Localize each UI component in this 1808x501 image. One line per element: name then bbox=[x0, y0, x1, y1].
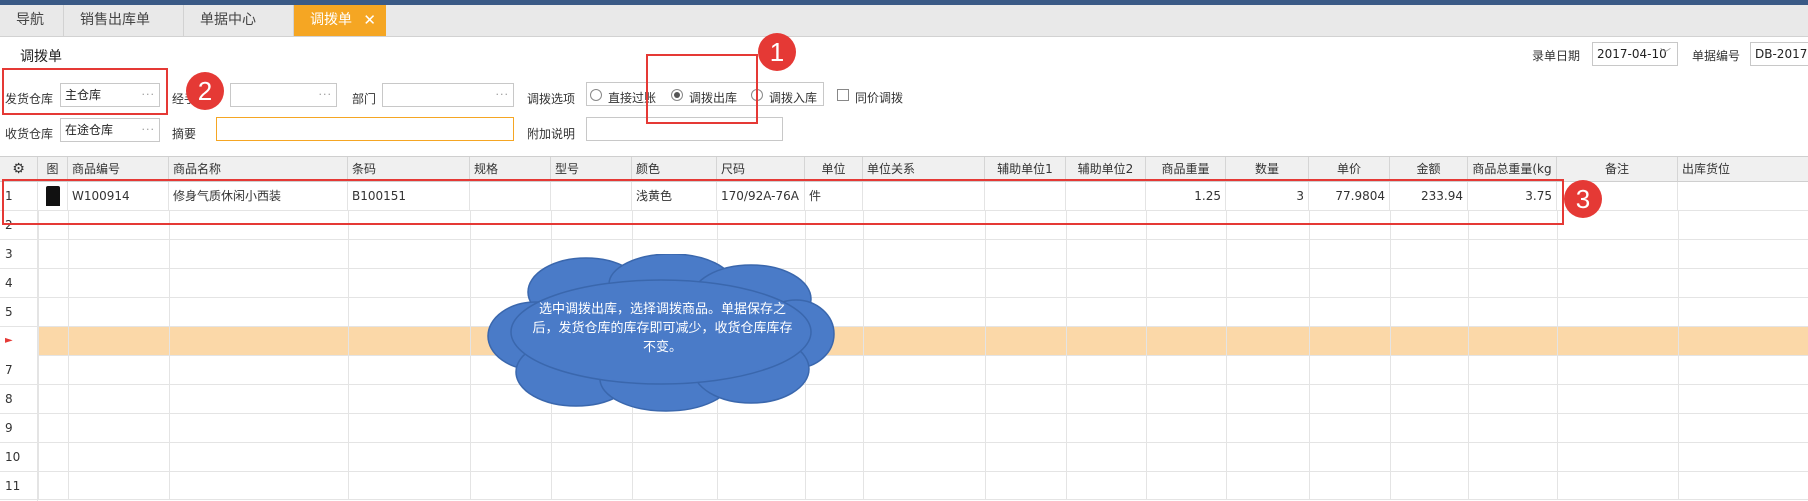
record-date-value: 2017-04-10 bbox=[1597, 47, 1667, 61]
col-amount: 金额 bbox=[1390, 157, 1468, 181]
chevron-down-icon: ﹀ bbox=[1660, 47, 1671, 60]
annotation-badge-1: 1 bbox=[758, 33, 796, 71]
same-price-label: 同价调拨 bbox=[855, 91, 904, 105]
record-date-input[interactable]: 2017-04-10 ﹀ bbox=[1592, 42, 1678, 66]
col-spec: 规格 bbox=[470, 157, 551, 181]
col-unit-relation: 单位关系 bbox=[863, 157, 985, 181]
recv-warehouse-label: 收货仓库 bbox=[5, 127, 54, 141]
annotation-box-3 bbox=[2, 179, 1564, 225]
col-size: 尺码 bbox=[717, 157, 805, 181]
col-name: 商品名称 bbox=[169, 157, 348, 181]
radio-direct-post[interactable] bbox=[590, 89, 602, 101]
annotation-badge-2: 2 bbox=[186, 72, 224, 110]
tab-nav[interactable]: 导航 bbox=[0, 5, 64, 36]
col-image: 图 bbox=[38, 157, 68, 181]
col-unit: 单位 bbox=[805, 157, 863, 181]
col-aux-unit-2: 辅助单位2 bbox=[1066, 157, 1146, 181]
annotation-box-2 bbox=[2, 68, 168, 115]
page-title: 调拨单 bbox=[20, 49, 62, 65]
dept-input[interactable]: ··· bbox=[382, 83, 514, 107]
same-price-checkbox[interactable] bbox=[837, 89, 849, 101]
col-aux-unit-1: 辅助单位1 bbox=[985, 157, 1066, 181]
col-barcode: 条码 bbox=[348, 157, 470, 181]
more-icon[interactable]: ··· bbox=[319, 84, 333, 106]
recv-warehouse-input[interactable]: 在途仓库 ··· bbox=[60, 118, 160, 142]
callout-text: 选中调拨出库，选择调拨商品。单据保存之后，发货仓库的库存即可减少，收货仓库库存不… bbox=[532, 302, 793, 355]
handler-input[interactable]: ··· bbox=[230, 83, 337, 107]
summary-input[interactable] bbox=[216, 117, 514, 141]
col-color: 颜色 bbox=[632, 157, 717, 181]
recv-warehouse-value: 在途仓库 bbox=[65, 123, 114, 137]
col-remark: 备注 bbox=[1557, 157, 1678, 181]
option-transfer-in-label: 调拨入库 bbox=[769, 91, 818, 105]
tab-sales-out[interactable]: 销售出库单 bbox=[64, 5, 184, 36]
cell-out-location[interactable] bbox=[1678, 182, 1808, 211]
col-code: 商品编号 bbox=[68, 157, 169, 181]
gear-icon[interactable]: ⚙ bbox=[0, 157, 38, 181]
doc-no-label: 单据编号 bbox=[1692, 49, 1741, 63]
tab-transfer-label: 调拨单 bbox=[310, 12, 352, 28]
extra-note-label: 附加说明 bbox=[527, 127, 576, 141]
record-date-label: 录单日期 bbox=[1532, 49, 1581, 63]
tab-bar: 导航 销售出库单 单据中心 调拨单 ✕ bbox=[0, 5, 1808, 37]
doc-no-input[interactable]: DB-201704 bbox=[1750, 42, 1808, 66]
option-label: 调拨选项 bbox=[527, 92, 576, 106]
doc-no-value: DB-201704 bbox=[1755, 47, 1808, 61]
dept-label: 部门 bbox=[352, 92, 377, 106]
col-model: 型号 bbox=[551, 157, 632, 181]
close-icon[interactable]: ✕ bbox=[363, 5, 376, 36]
col-weight: 商品重量 bbox=[1146, 157, 1226, 181]
annotation-badge-3: 3 bbox=[1564, 180, 1602, 218]
summary-label: 摘要 bbox=[172, 127, 197, 141]
col-total-weight: 商品总重量(kg bbox=[1468, 157, 1557, 181]
more-icon[interactable]: ··· bbox=[142, 119, 156, 141]
col-price: 单价 bbox=[1309, 157, 1390, 181]
tab-transfer[interactable]: 调拨单 ✕ bbox=[294, 5, 386, 36]
more-icon[interactable]: ··· bbox=[496, 84, 510, 106]
annotation-box-1 bbox=[646, 54, 758, 124]
col-out-location: 出库货位 bbox=[1682, 162, 1731, 176]
grid-lines bbox=[38, 211, 1679, 500]
tab-doc-center[interactable]: 单据中心 bbox=[184, 5, 294, 36]
col-qty: 数量 bbox=[1226, 157, 1309, 181]
